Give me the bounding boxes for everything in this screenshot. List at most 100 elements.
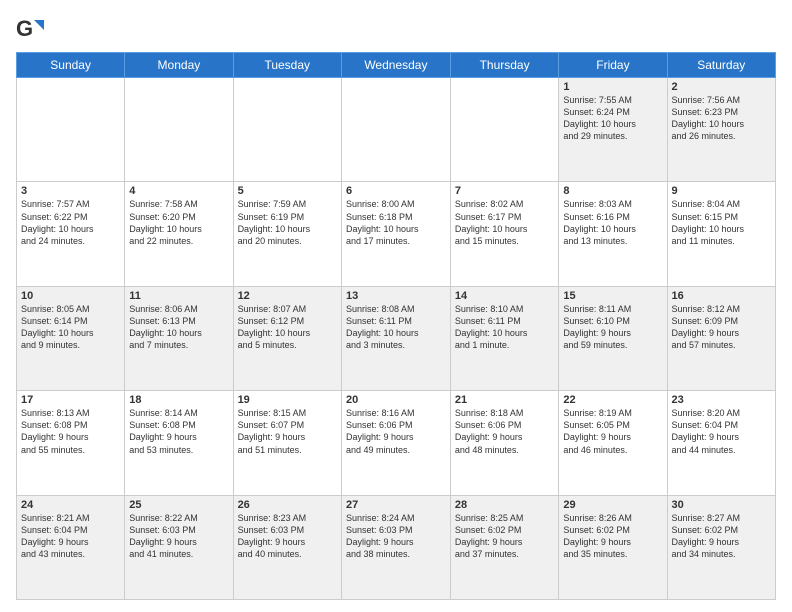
- calendar-cell: 4Sunrise: 7:58 AM Sunset: 6:20 PM Daylig…: [125, 182, 233, 286]
- calendar-cell: 29Sunrise: 8:26 AM Sunset: 6:02 PM Dayli…: [559, 495, 667, 599]
- day-number: 10: [21, 290, 120, 302]
- day-info: Sunrise: 8:26 AM Sunset: 6:02 PM Dayligh…: [563, 512, 662, 561]
- calendar-cell: 9Sunrise: 8:04 AM Sunset: 6:15 PM Daylig…: [667, 182, 776, 286]
- day-info: Sunrise: 8:16 AM Sunset: 6:06 PM Dayligh…: [346, 407, 446, 456]
- week-row-3: 10Sunrise: 8:05 AM Sunset: 6:14 PM Dayli…: [17, 286, 776, 390]
- calendar-cell: 8Sunrise: 8:03 AM Sunset: 6:16 PM Daylig…: [559, 182, 667, 286]
- calendar-cell: [233, 78, 341, 182]
- col-header-friday: Friday: [559, 53, 667, 78]
- day-number: 26: [238, 499, 337, 511]
- calendar-cell: [341, 78, 450, 182]
- day-number: 8: [563, 185, 662, 197]
- page: G SundayMondayTuesdayWednesdayThursdayFr…: [0, 0, 792, 612]
- calendar-cell: 16Sunrise: 8:12 AM Sunset: 6:09 PM Dayli…: [667, 286, 776, 390]
- calendar-cell: [17, 78, 125, 182]
- day-number: 28: [455, 499, 555, 511]
- calendar-cell: 17Sunrise: 8:13 AM Sunset: 6:08 PM Dayli…: [17, 391, 125, 495]
- day-number: 16: [672, 290, 772, 302]
- calendar-cell: [450, 78, 559, 182]
- col-header-thursday: Thursday: [450, 53, 559, 78]
- day-number: 25: [129, 499, 228, 511]
- day-number: 23: [672, 394, 772, 406]
- col-header-tuesday: Tuesday: [233, 53, 341, 78]
- day-number: 22: [563, 394, 662, 406]
- day-info: Sunrise: 8:07 AM Sunset: 6:12 PM Dayligh…: [238, 303, 337, 352]
- calendar-cell: 19Sunrise: 8:15 AM Sunset: 6:07 PM Dayli…: [233, 391, 341, 495]
- calendar-cell: 7Sunrise: 8:02 AM Sunset: 6:17 PM Daylig…: [450, 182, 559, 286]
- day-number: 1: [563, 81, 662, 93]
- day-number: 14: [455, 290, 555, 302]
- day-number: 2: [672, 81, 772, 93]
- calendar-cell: 22Sunrise: 8:19 AM Sunset: 6:05 PM Dayli…: [559, 391, 667, 495]
- week-row-2: 3Sunrise: 7:57 AM Sunset: 6:22 PM Daylig…: [17, 182, 776, 286]
- day-info: Sunrise: 8:18 AM Sunset: 6:06 PM Dayligh…: [455, 407, 555, 456]
- calendar-cell: 26Sunrise: 8:23 AM Sunset: 6:03 PM Dayli…: [233, 495, 341, 599]
- day-number: 7: [455, 185, 555, 197]
- day-info: Sunrise: 8:03 AM Sunset: 6:16 PM Dayligh…: [563, 198, 662, 247]
- calendar-cell: 12Sunrise: 8:07 AM Sunset: 6:12 PM Dayli…: [233, 286, 341, 390]
- calendar-cell: 10Sunrise: 8:05 AM Sunset: 6:14 PM Dayli…: [17, 286, 125, 390]
- day-info: Sunrise: 8:02 AM Sunset: 6:17 PM Dayligh…: [455, 198, 555, 247]
- day-info: Sunrise: 7:59 AM Sunset: 6:19 PM Dayligh…: [238, 198, 337, 247]
- week-row-5: 24Sunrise: 8:21 AM Sunset: 6:04 PM Dayli…: [17, 495, 776, 599]
- calendar-cell: 15Sunrise: 8:11 AM Sunset: 6:10 PM Dayli…: [559, 286, 667, 390]
- svg-text:G: G: [16, 16, 33, 41]
- day-info: Sunrise: 8:14 AM Sunset: 6:08 PM Dayligh…: [129, 407, 228, 456]
- calendar-cell: 24Sunrise: 8:21 AM Sunset: 6:04 PM Dayli…: [17, 495, 125, 599]
- logo: G: [16, 16, 48, 44]
- day-number: 4: [129, 185, 228, 197]
- day-number: 17: [21, 394, 120, 406]
- day-info: Sunrise: 8:15 AM Sunset: 6:07 PM Dayligh…: [238, 407, 337, 456]
- calendar-cell: 21Sunrise: 8:18 AM Sunset: 6:06 PM Dayli…: [450, 391, 559, 495]
- calendar-cell: 2Sunrise: 7:56 AM Sunset: 6:23 PM Daylig…: [667, 78, 776, 182]
- day-info: Sunrise: 7:58 AM Sunset: 6:20 PM Dayligh…: [129, 198, 228, 247]
- day-number: 3: [21, 185, 120, 197]
- day-number: 24: [21, 499, 120, 511]
- calendar-cell: 1Sunrise: 7:55 AM Sunset: 6:24 PM Daylig…: [559, 78, 667, 182]
- week-row-4: 17Sunrise: 8:13 AM Sunset: 6:08 PM Dayli…: [17, 391, 776, 495]
- day-number: 29: [563, 499, 662, 511]
- calendar-cell: 18Sunrise: 8:14 AM Sunset: 6:08 PM Dayli…: [125, 391, 233, 495]
- calendar-cell: 14Sunrise: 8:10 AM Sunset: 6:11 PM Dayli…: [450, 286, 559, 390]
- day-info: Sunrise: 8:06 AM Sunset: 6:13 PM Dayligh…: [129, 303, 228, 352]
- day-info: Sunrise: 8:04 AM Sunset: 6:15 PM Dayligh…: [672, 198, 772, 247]
- calendar-cell: 11Sunrise: 8:06 AM Sunset: 6:13 PM Dayli…: [125, 286, 233, 390]
- day-number: 15: [563, 290, 662, 302]
- day-info: Sunrise: 7:56 AM Sunset: 6:23 PM Dayligh…: [672, 94, 772, 143]
- calendar-cell: 5Sunrise: 7:59 AM Sunset: 6:19 PM Daylig…: [233, 182, 341, 286]
- day-info: Sunrise: 8:23 AM Sunset: 6:03 PM Dayligh…: [238, 512, 337, 561]
- calendar-cell: 27Sunrise: 8:24 AM Sunset: 6:03 PM Dayli…: [341, 495, 450, 599]
- day-info: Sunrise: 7:55 AM Sunset: 6:24 PM Dayligh…: [563, 94, 662, 143]
- day-info: Sunrise: 8:11 AM Sunset: 6:10 PM Dayligh…: [563, 303, 662, 352]
- day-info: Sunrise: 8:22 AM Sunset: 6:03 PM Dayligh…: [129, 512, 228, 561]
- day-number: 5: [238, 185, 337, 197]
- col-header-sunday: Sunday: [17, 53, 125, 78]
- day-info: Sunrise: 8:13 AM Sunset: 6:08 PM Dayligh…: [21, 407, 120, 456]
- calendar-cell: 28Sunrise: 8:25 AM Sunset: 6:02 PM Dayli…: [450, 495, 559, 599]
- calendar-cell: 23Sunrise: 8:20 AM Sunset: 6:04 PM Dayli…: [667, 391, 776, 495]
- calendar-cell: 13Sunrise: 8:08 AM Sunset: 6:11 PM Dayli…: [341, 286, 450, 390]
- day-info: Sunrise: 7:57 AM Sunset: 6:22 PM Dayligh…: [21, 198, 120, 247]
- col-header-monday: Monday: [125, 53, 233, 78]
- calendar-header-row: SundayMondayTuesdayWednesdayThursdayFrid…: [17, 53, 776, 78]
- day-info: Sunrise: 8:19 AM Sunset: 6:05 PM Dayligh…: [563, 407, 662, 456]
- day-info: Sunrise: 8:05 AM Sunset: 6:14 PM Dayligh…: [21, 303, 120, 352]
- calendar-cell: 20Sunrise: 8:16 AM Sunset: 6:06 PM Dayli…: [341, 391, 450, 495]
- day-number: 19: [238, 394, 337, 406]
- day-number: 13: [346, 290, 446, 302]
- day-info: Sunrise: 8:10 AM Sunset: 6:11 PM Dayligh…: [455, 303, 555, 352]
- day-info: Sunrise: 8:24 AM Sunset: 6:03 PM Dayligh…: [346, 512, 446, 561]
- calendar-cell: 3Sunrise: 7:57 AM Sunset: 6:22 PM Daylig…: [17, 182, 125, 286]
- day-number: 18: [129, 394, 228, 406]
- day-info: Sunrise: 8:00 AM Sunset: 6:18 PM Dayligh…: [346, 198, 446, 247]
- day-number: 11: [129, 290, 228, 302]
- day-number: 27: [346, 499, 446, 511]
- week-row-1: 1Sunrise: 7:55 AM Sunset: 6:24 PM Daylig…: [17, 78, 776, 182]
- calendar-cell: [125, 78, 233, 182]
- day-info: Sunrise: 8:20 AM Sunset: 6:04 PM Dayligh…: [672, 407, 772, 456]
- logo-icon: G: [16, 16, 44, 44]
- calendar-cell: 30Sunrise: 8:27 AM Sunset: 6:02 PM Dayli…: [667, 495, 776, 599]
- header: G: [16, 12, 776, 44]
- col-header-wednesday: Wednesday: [341, 53, 450, 78]
- day-number: 30: [672, 499, 772, 511]
